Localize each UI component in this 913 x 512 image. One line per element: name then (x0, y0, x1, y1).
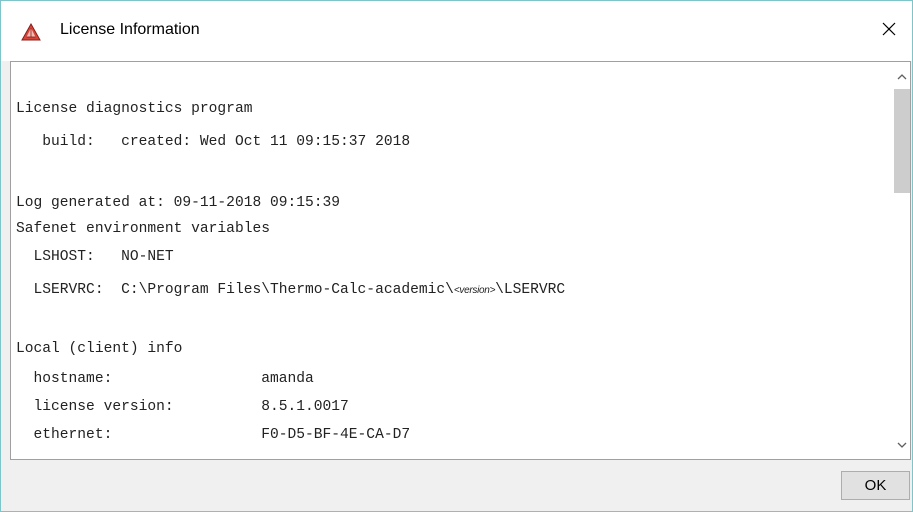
version-placeholder: <version> (453, 285, 496, 296)
chevron-up-icon (897, 73, 906, 79)
lservrc-suffix: \LSERVRC (495, 282, 566, 298)
log-line: Log generated at: 09-11-2018 09:15:39 (16, 195, 341, 211)
vertical-scrollbar[interactable] (893, 62, 910, 459)
scroll-up-button[interactable] (893, 68, 910, 85)
log-text-area[interactable]: License diagnostics program build: creat… (10, 61, 911, 460)
license-information-dialog: License Information License diagnostics … (0, 0, 913, 512)
log-line: hostname: amanda (16, 371, 314, 387)
log-line: build: created: Wed Oct 11 09:15:37 2018 (16, 134, 411, 150)
chevron-down-icon (897, 442, 906, 448)
log-line: ethernet: F0-D5-BF-4E-CA-D7 (16, 427, 411, 443)
ok-button[interactable]: OK (841, 471, 910, 500)
window-title: License Information (60, 21, 200, 38)
log-line: Local (client) info (16, 341, 183, 357)
log-text: License diagnostics program build: creat… (16, 62, 886, 459)
thermo-calc-logo-icon (21, 22, 41, 41)
close-button[interactable] (866, 1, 912, 61)
log-line: LSHOST: NO-NET (16, 249, 174, 265)
close-icon (881, 21, 897, 42)
lservrc-path: LSERVRC: C:\Program Files\Thermo-Calc-ac… (16, 282, 454, 298)
title-bar[interactable]: License Information (1, 1, 912, 61)
scroll-down-button[interactable] (893, 436, 910, 453)
log-line: license version: 8.5.1.0017 (16, 399, 349, 415)
scroll-thumb[interactable] (894, 89, 910, 193)
log-line: License diagnostics program (16, 101, 253, 117)
log-line-lservrc: LSERVRC: C:\Program Files\Thermo-Calc-ac… (16, 280, 566, 300)
log-line: Safenet environment variables (16, 221, 270, 237)
